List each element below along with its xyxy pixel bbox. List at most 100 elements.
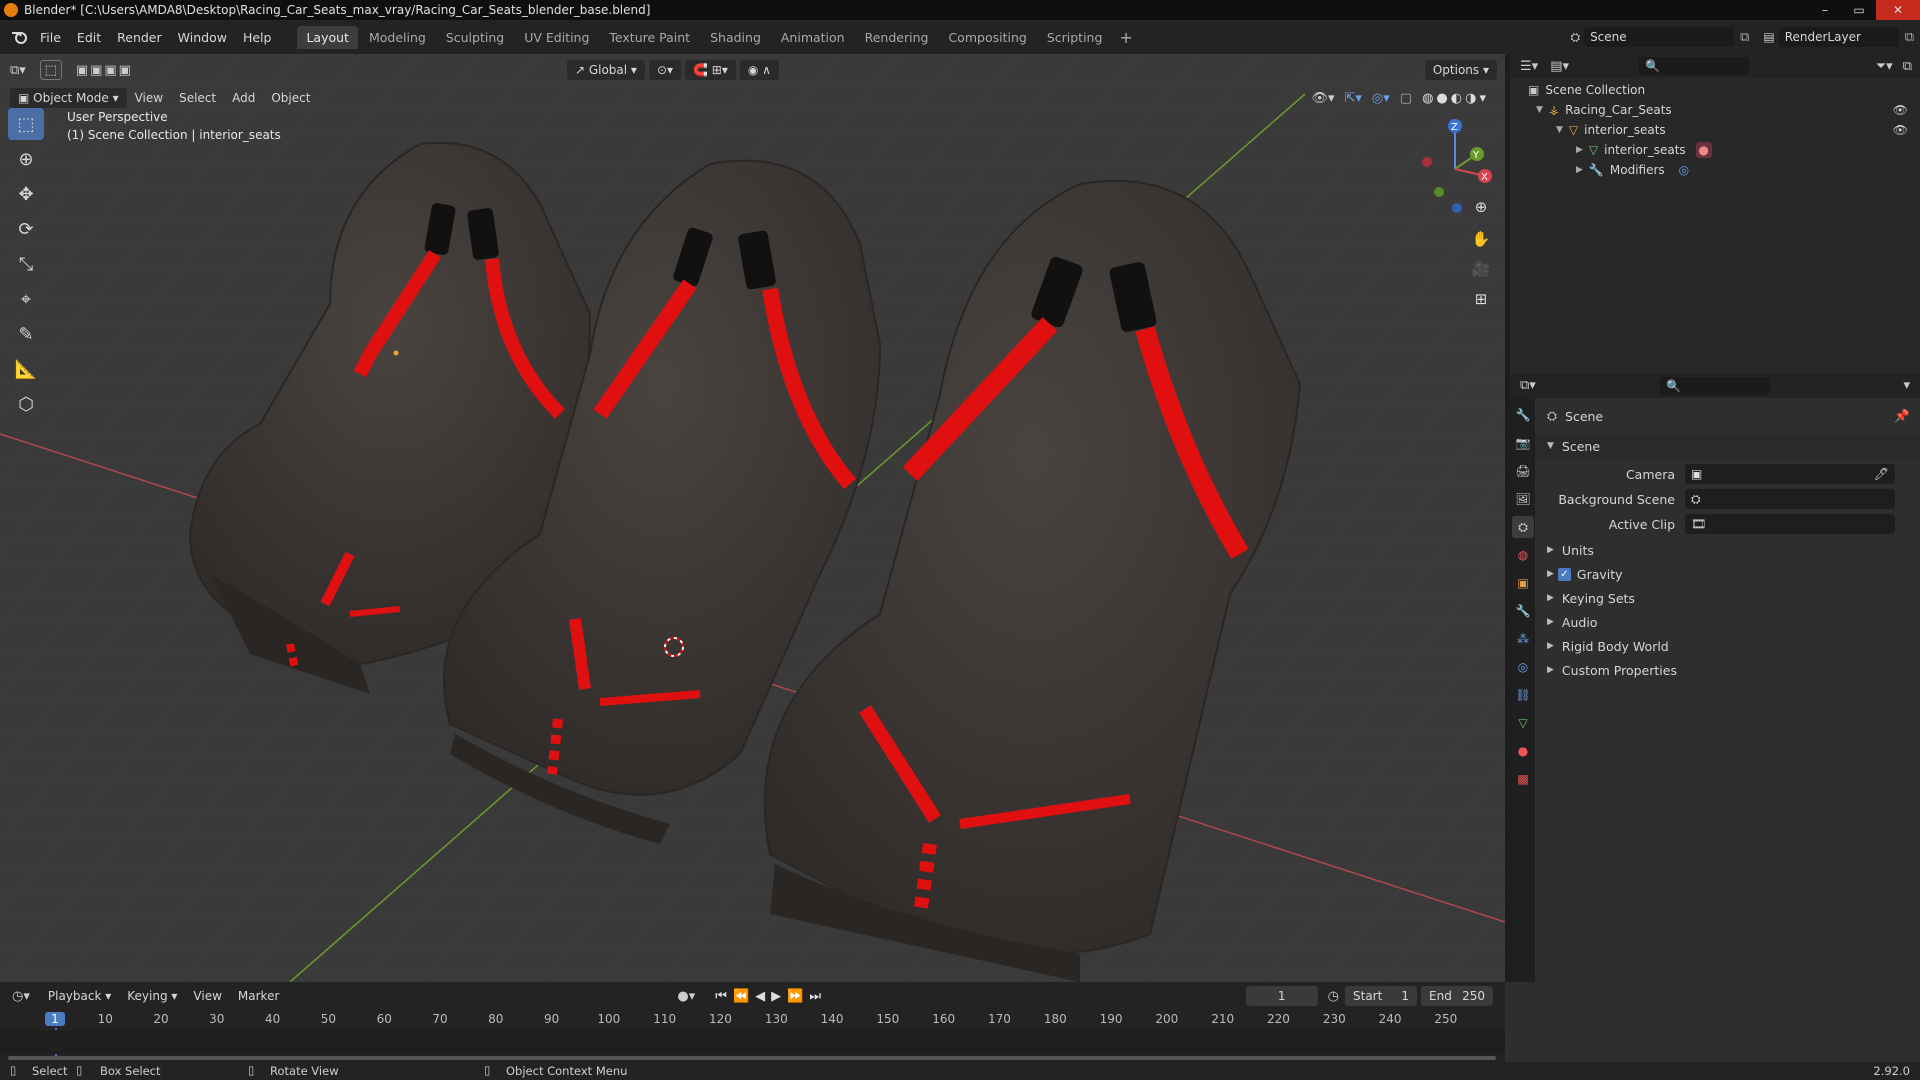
audio-subpanel[interactable]: ▶ Audio bbox=[1535, 610, 1920, 634]
tab-compositing[interactable]: Compositing bbox=[939, 26, 1035, 49]
outliner-scene-collection[interactable]: ▣ Scene Collection bbox=[1528, 80, 1645, 100]
viewport-menu-add[interactable]: Add bbox=[224, 91, 263, 105]
outliner-panel[interactable]: ☰▾ ▤▾ 🔍 ⏷▾ ⧉ ▣ Scene Collection ▼ ⚶ Raci… bbox=[1510, 54, 1920, 374]
measure-tool-icon[interactable]: 📐 bbox=[8, 353, 44, 385]
expand-arrow-icon[interactable]: ▼ bbox=[1536, 105, 1543, 115]
rigid-body-world-subpanel[interactable]: ▶ Rigid Body World bbox=[1535, 634, 1920, 658]
xray-toggle-icon[interactable]: ▢ bbox=[1400, 91, 1412, 106]
mode-dropdown[interactable]: ▣ Object Mode ▾ bbox=[10, 88, 127, 108]
visibility-eye-icon[interactable]: 👁 bbox=[1893, 103, 1908, 117]
outliner-row[interactable]: ▼ ⚶ Racing_Car_Seats 👁 bbox=[1536, 100, 1920, 120]
outliner-search-input[interactable]: 🔍 bbox=[1639, 57, 1749, 75]
cursor-tool-icon[interactable]: ⊕ bbox=[8, 143, 44, 175]
particles-tab-icon[interactable]: ⁂ bbox=[1512, 628, 1534, 650]
tab-texture-paint[interactable]: Texture Paint bbox=[600, 26, 699, 49]
pivot-point-dropdown[interactable]: ⊙▾ bbox=[648, 60, 682, 80]
selection-mode-icons[interactable]: ▣▣▣▣ bbox=[76, 63, 133, 78]
tab-scripting[interactable]: Scripting bbox=[1038, 26, 1112, 49]
camera-view-icon[interactable]: 🎥 bbox=[1466, 254, 1496, 284]
close-window-button[interactable]: ✕ bbox=[1876, 0, 1920, 20]
annotate-tool-icon[interactable]: ✎ bbox=[8, 318, 44, 350]
select-box-tool-icon[interactable]: ⬚ bbox=[8, 108, 44, 140]
end-frame-field[interactable]: End 250 bbox=[1421, 986, 1493, 1006]
move-tool-icon[interactable]: ✥ bbox=[8, 178, 44, 210]
properties-panel[interactable]: ⛭ Scene 📌 ▼ Scene Camera ▣ 🖊 Background … bbox=[1535, 398, 1920, 1062]
texture-tab-icon[interactable]: ▩ bbox=[1512, 768, 1534, 790]
preview-range-icon[interactable]: ◷ bbox=[1328, 989, 1339, 1004]
timeline-panel[interactable]: ◷▾ Playback ▾ Keying ▾ View Marker ●▾ ⏮⏪… bbox=[0, 982, 1505, 1062]
background-scene-field[interactable]: ⛭ bbox=[1685, 489, 1895, 509]
menu-window[interactable]: Window bbox=[170, 30, 235, 45]
add-cube-tool-icon[interactable]: ⬡ bbox=[8, 388, 44, 420]
tab-animation[interactable]: Animation bbox=[772, 26, 854, 49]
modifier-icon[interactable]: ◎ bbox=[1679, 163, 1689, 177]
timeline-ruler[interactable]: 1 10 20 30 40 50 60 70 80 90 100 110 120 130 140 150 160… bbox=[0, 1010, 1505, 1058]
scene-tab-icon[interactable]: ⛭ bbox=[1512, 516, 1534, 538]
add-workspace-icon[interactable]: + bbox=[1113, 28, 1138, 47]
scene-panel-header[interactable]: ▼ Scene bbox=[1535, 434, 1920, 458]
zoom-view-icon[interactable]: ⊕ bbox=[1466, 192, 1496, 222]
keying-sets-subpanel[interactable]: ▶ Keying Sets bbox=[1535, 586, 1920, 610]
viewport-menu-view[interactable]: View bbox=[127, 91, 171, 105]
menu-help[interactable]: Help bbox=[235, 30, 280, 45]
tab-sculpting[interactable]: Sculpting bbox=[437, 26, 513, 49]
material-tab-icon[interactable]: ● bbox=[1512, 740, 1534, 762]
tab-uv-editing[interactable]: UV Editing bbox=[515, 26, 598, 49]
view-layer-tab-icon[interactable]: 🖼 bbox=[1512, 488, 1534, 510]
menu-render[interactable]: Render bbox=[109, 30, 170, 45]
timeline-menu-view[interactable]: View bbox=[185, 989, 229, 1003]
timeline-scrollbar[interactable] bbox=[8, 1056, 1496, 1060]
tool-tab-icon[interactable]: 🔧 bbox=[1512, 404, 1534, 426]
timeline-menu-marker[interactable]: Marker bbox=[230, 989, 287, 1003]
new-renderlayer-icon[interactable]: ⧉ bbox=[1899, 30, 1920, 45]
new-collection-icon[interactable]: ⧉ bbox=[1903, 59, 1912, 74]
gravity-subpanel[interactable]: ▶ ✓ Gravity bbox=[1535, 562, 1920, 586]
collapse-arrow-icon[interactable]: ▶ bbox=[1576, 145, 1583, 155]
visibility-eye-icon[interactable]: 👁 bbox=[1893, 123, 1908, 137]
outliner-row[interactable]: ▼ ▽ interior_seats 👁 bbox=[1556, 120, 1920, 140]
active-clip-field[interactable]: 🎞 bbox=[1685, 514, 1895, 534]
gizmo-toggle-icon[interactable]: ⇱▾ bbox=[1345, 91, 1362, 106]
transform-tool-icon[interactable]: ⌖ bbox=[8, 283, 44, 315]
pan-view-icon[interactable]: ✋ bbox=[1466, 224, 1496, 254]
object-tab-icon[interactable]: ▣ bbox=[1512, 572, 1534, 594]
ortho-toggle-icon[interactable]: ⊞ bbox=[1466, 284, 1496, 314]
visibility-icon[interactable]: 👁▾ bbox=[1311, 91, 1334, 106]
properties-options-icon[interactable]: ▾ bbox=[1903, 378, 1910, 393]
constraints-tab-icon[interactable]: ⛓ bbox=[1512, 684, 1534, 706]
new-scene-icon[interactable]: ⧉ bbox=[1734, 30, 1755, 45]
properties-editor-type-icon[interactable]: ⧉▾ bbox=[1520, 378, 1536, 393]
snap-toggle[interactable]: 🧲 ⊞▾ bbox=[685, 60, 736, 80]
rotate-tool-icon[interactable]: ⟳ bbox=[8, 213, 44, 245]
options-dropdown[interactable]: Options ▾ bbox=[1424, 60, 1497, 80]
menu-file[interactable]: File bbox=[32, 30, 69, 45]
expand-arrow-icon[interactable]: ▼ bbox=[1556, 125, 1563, 135]
pin-icon[interactable]: 📌 bbox=[1894, 408, 1910, 424]
modifiers-tab-icon[interactable]: 🔧 bbox=[1512, 600, 1534, 622]
editor-type-icon[interactable]: ⧉▾ bbox=[10, 63, 26, 78]
playback-controls[interactable]: ⏮⏪◀▶⏩⏭ bbox=[715, 989, 827, 1004]
minimize-button[interactable]: – bbox=[1808, 0, 1842, 20]
physics-tab-icon[interactable]: ◎ bbox=[1512, 656, 1534, 678]
timeline-editor-type-icon[interactable]: ◷▾ bbox=[12, 989, 30, 1004]
blender-menu-icon[interactable] bbox=[6, 27, 32, 47]
viewport-menu-select[interactable]: Select bbox=[171, 91, 224, 105]
tab-rendering[interactable]: Rendering bbox=[856, 26, 938, 49]
current-frame-field[interactable]: 1 bbox=[1245, 986, 1318, 1006]
transform-orientation-dropdown[interactable]: ↗ Global ▾ bbox=[566, 60, 645, 80]
units-subpanel[interactable]: ▶ Units bbox=[1535, 538, 1920, 562]
world-tab-icon[interactable]: ◍ bbox=[1512, 544, 1534, 566]
3d-viewport[interactable]: ⧉▾ ⬚ ▣▣▣▣ ↗ Global ▾ ⊙▾ 🧲 ⊞▾ ◉ ∧ Options… bbox=[0, 54, 1505, 982]
tab-layout[interactable]: Layout bbox=[297, 25, 358, 49]
select-tool-icon[interactable]: ⬚ bbox=[39, 60, 62, 80]
timeline-menu-keying[interactable]: Keying ▾ bbox=[119, 989, 185, 1003]
tab-shading[interactable]: Shading bbox=[701, 26, 770, 49]
start-frame-field[interactable]: Start 1 bbox=[1345, 986, 1417, 1006]
eyedropper-icon[interactable]: 🖊 bbox=[1874, 467, 1889, 481]
camera-field[interactable]: ▣ 🖊 bbox=[1685, 464, 1895, 484]
outliner-row[interactable]: ▶ 🔧 Modifiers ◎ bbox=[1576, 160, 1689, 180]
timeline-scrubber[interactable] bbox=[0, 1030, 1505, 1054]
output-tab-icon[interactable]: 🖨 bbox=[1512, 460, 1534, 482]
scene-selector[interactable]: Scene bbox=[1584, 27, 1735, 47]
properties-search-input[interactable]: 🔍 bbox=[1660, 377, 1770, 395]
